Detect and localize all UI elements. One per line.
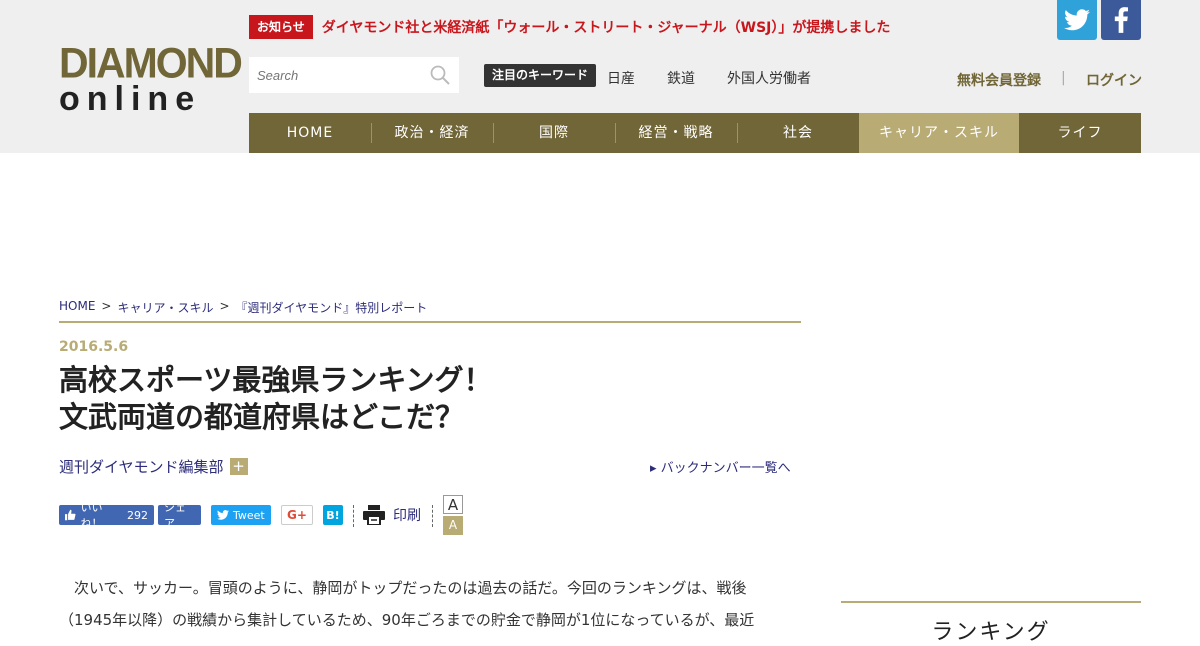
breadcrumb-separator: > xyxy=(101,299,112,313)
keyword-label: 注目のキーワード xyxy=(484,64,597,87)
article-author: 週刊ダイヤモンド編集部 + xyxy=(59,456,248,477)
author-link[interactable]: 週刊ダイヤモンド編集部 xyxy=(59,456,224,477)
keyword-link[interactable]: 日産 xyxy=(607,68,635,88)
search-icon[interactable] xyxy=(430,65,450,85)
font-size-large-button[interactable]: A xyxy=(443,495,463,514)
nav-item-life[interactable]: ライフ xyxy=(1019,113,1141,153)
thumbs-up-icon xyxy=(65,509,76,521)
keyword-link[interactable]: 鉄道 xyxy=(667,68,695,88)
facebook-button[interactable] xyxy=(1101,0,1141,40)
notice-badge: お知らせ xyxy=(249,15,313,39)
like-count: 292 xyxy=(127,508,148,522)
article-title-line1: 高校スポーツ最強県ランキング！ xyxy=(59,363,493,397)
article-title-line2: 文武両道の都道府県はどこだ？ xyxy=(59,400,465,434)
notice-bar: お知らせ ダイヤモンド社と米経済紙「ウォール・ストリート・ジャーナル（WSJ）」… xyxy=(249,15,890,39)
tweet-label: Tweet xyxy=(233,508,265,522)
print-divider xyxy=(432,505,433,527)
facebook-icon xyxy=(1114,7,1128,33)
login-link[interactable]: ログイン xyxy=(1086,70,1142,90)
nav-item-international[interactable]: 国際 xyxy=(493,113,615,153)
author-follow-button[interactable]: + xyxy=(229,458,248,475)
print-button[interactable]: 印刷 xyxy=(363,505,421,525)
notice-link[interactable]: ダイヤモンド社と米経済紙「ウォール・ストリート・ジャーナル（WSJ）」が提携しま… xyxy=(322,17,891,37)
ranking-title: ランキング xyxy=(931,620,1051,645)
breadcrumb-home[interactable]: HOME xyxy=(59,299,95,316)
twitter-icon xyxy=(1064,9,1090,31)
backnumber-link[interactable]: ▸ バックナンバー一覧へ xyxy=(650,457,791,476)
search-input[interactable] xyxy=(257,67,417,83)
facebook-share-button[interactable]: シェア xyxy=(158,501,201,530)
ranking-divider xyxy=(841,601,1141,603)
logo-line1: DIAMOND xyxy=(59,38,243,88)
account-separator: | xyxy=(1061,70,1066,86)
nav-item-career[interactable]: キャリア・スキル xyxy=(859,113,1019,153)
body-line: （1945年以降）の戦績から集計しているため、90年ごろまでの貯金で静岡が1位に… xyxy=(59,611,755,629)
site-header: DIAMOND online お知らせ ダイヤモンド社と米経済紙「ウォール・スト… xyxy=(0,0,1200,153)
site-logo[interactable]: DIAMOND online xyxy=(59,38,243,116)
search-box xyxy=(249,57,459,93)
hatena-bookmark-button[interactable]: B! xyxy=(323,505,343,525)
breadcrumb-divider xyxy=(59,321,801,323)
main-nav: HOME 政治・経済 国際 経営・戦略 社会 キャリア・スキル ライフ xyxy=(249,113,1141,153)
keyword-link[interactable]: 外国人労働者 xyxy=(727,68,811,88)
twitter-icon xyxy=(217,510,229,520)
google-plus-button[interactable]: G+ xyxy=(281,505,313,525)
nav-item-society[interactable]: 社会 xyxy=(737,113,859,153)
breadcrumb-career[interactable]: キャリア・スキル xyxy=(117,299,213,316)
body-line: 次いで、サッカー。冒頭のように、静岡がトップだったのは過去の話だ。今回のランキン… xyxy=(74,579,747,597)
article-body: 次いで、サッカー。冒頭のように、静岡がトップだったのは過去の話だ。今回のランキン… xyxy=(59,572,801,636)
article-date: 2016.5.6 xyxy=(59,339,129,355)
font-size-small-button[interactable]: A xyxy=(443,516,463,535)
facebook-like-button[interactable]: いいね！ 292 xyxy=(59,501,154,530)
breadcrumb: HOME > キャリア・スキル > 『週刊ダイヤモンド』特別レポート xyxy=(59,299,427,316)
nav-item-management[interactable]: 経営・戦略 xyxy=(615,113,737,153)
register-link[interactable]: 無料会員登録 xyxy=(957,70,1041,90)
print-label: 印刷 xyxy=(393,508,421,524)
nav-item-home[interactable]: HOME xyxy=(249,113,371,153)
breadcrumb-separator: > xyxy=(219,299,230,313)
breadcrumb-report[interactable]: 『週刊ダイヤモンド』特別レポート xyxy=(236,299,428,316)
like-label: いいね！ xyxy=(80,501,103,530)
twitter-button[interactable] xyxy=(1057,0,1097,40)
nav-item-politics[interactable]: 政治・経済 xyxy=(371,113,493,153)
printer-icon xyxy=(363,505,385,525)
tweet-button[interactable]: Tweet xyxy=(211,505,271,525)
article-title: 高校スポーツ最強県ランキング！ 文武両道の都道府県はどこだ？ xyxy=(59,362,799,436)
share-divider xyxy=(353,505,354,527)
